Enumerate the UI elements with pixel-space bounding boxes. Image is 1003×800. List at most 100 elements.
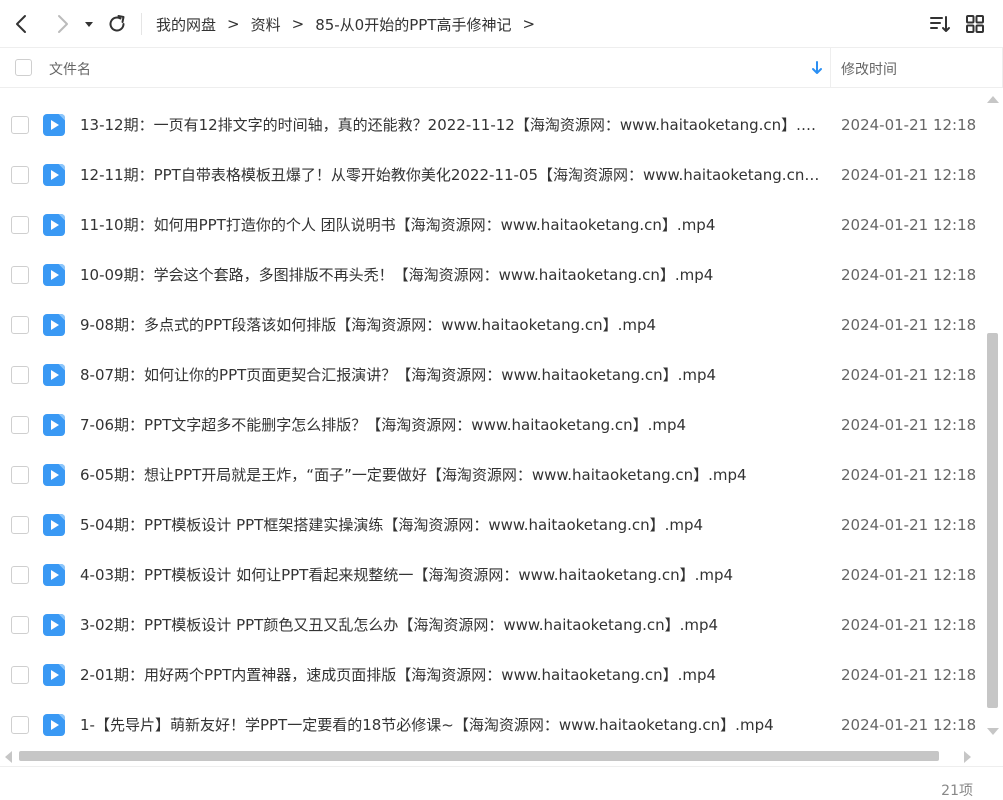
sort-button[interactable] (928, 12, 952, 36)
scroll-up-icon[interactable] (985, 92, 1001, 106)
row-checkbox[interactable] (11, 166, 29, 184)
breadcrumb-separator: > (227, 15, 240, 33)
breadcrumb-separator: > (291, 15, 305, 33)
file-row[interactable]: 9-08期：多点式的PPT段落该如何排版【海淘资源网：www.haitaoket… (0, 300, 984, 350)
file-name: 8-07期：如何让你的PPT页面更契合汇报演讲？【海淘资源网：www.haita… (80, 366, 717, 384)
sort-list-icon (930, 16, 950, 32)
file-modified-time: 2024-01-21 12:18 (841, 316, 977, 334)
file-name: 12-11期：PPT自带表格模板丑爆了！从零开始教你美化2022-11-05【海… (80, 166, 820, 184)
video-file-icon (43, 514, 65, 536)
file-row[interactable]: 2-01期：用好两个PPT内置神器，速成页面排版【海淘资源网：www.haita… (0, 650, 984, 700)
file-name: 9-08期：多点式的PPT段落该如何排版【海淘资源网：www.haitaoket… (80, 316, 657, 334)
video-file-icon (43, 214, 65, 236)
video-file-icon (43, 314, 65, 336)
item-count: 21项 (941, 783, 973, 799)
file-modified-time: 2024-01-21 12:18 (841, 216, 977, 234)
breadcrumb-item[interactable]: 85-从0开始的PPT高手修神记 (315, 14, 511, 35)
video-file-icon (43, 264, 65, 286)
file-row[interactable]: 11-10期：如何用PPT打造你的个人 团队说明书【海淘资源网：www.hait… (0, 200, 984, 250)
breadcrumb: 我的网盘 > 资料 > 85-从0开始的PPT高手修神记 > (156, 13, 546, 35)
file-row[interactable]: 5-04期：PPT模板设计 PPT框架搭建实操演练【海淘资源网：www.hait… (0, 500, 984, 550)
video-file-icon (43, 564, 65, 586)
refresh-button[interactable] (105, 12, 129, 36)
file-modified-time: 2024-01-21 12:18 (841, 366, 977, 384)
file-modified-time: 2024-01-21 12:18 (841, 416, 977, 434)
row-checkbox[interactable] (11, 416, 29, 434)
vertical-scrollbar[interactable] (984, 88, 1003, 748)
forward-button[interactable] (50, 12, 74, 36)
history-dropdown-button[interactable] (80, 12, 98, 36)
file-row[interactable]: 4-03期：PPT模板设计 如何让PPT看起来规整统一【海淘资源网：www.ha… (0, 550, 984, 600)
row-checkbox[interactable] (11, 666, 29, 684)
video-file-icon (43, 614, 65, 636)
file-modified-time: 2024-01-21 12:18 (841, 716, 977, 734)
file-name: 11-10期：如何用PPT打造你的个人 团队说明书【海淘资源网：www.hait… (80, 216, 716, 234)
file-name: 13-12期：一页有12排文字的时间轴，真的还能救？2022-11-12【海淘资… (80, 116, 820, 134)
refresh-icon (109, 15, 125, 32)
file-modified-time: 2024-01-21 12:18 (841, 616, 977, 634)
grid-view-icon (966, 15, 984, 33)
file-modified-time: 2024-01-21 12:18 (841, 116, 977, 134)
row-checkbox[interactable] (11, 716, 29, 734)
video-file-icon (43, 714, 65, 736)
file-modified-time: 2024-01-21 12:18 (841, 666, 977, 684)
column-header-modified[interactable]: 修改时间 (841, 59, 897, 79)
scroll-left-icon[interactable] (2, 750, 14, 764)
row-checkbox[interactable] (11, 566, 29, 584)
status-bar: 21项 (0, 766, 1003, 799)
chevron-left-icon (16, 15, 26, 33)
arrow-down-icon (812, 61, 822, 74)
horizontal-scroll-thumb[interactable] (19, 751, 939, 761)
horizontal-scrollbar[interactable] (0, 748, 984, 764)
file-modified-time: 2024-01-21 12:18 (841, 466, 977, 484)
file-row[interactable]: 10-09期：学会这个套路，多图排版不再头秃！【海淘资源网：www.haitao… (0, 250, 984, 300)
breadcrumb-item[interactable]: 我的网盘 (156, 14, 216, 35)
back-button[interactable] (10, 12, 34, 36)
file-row[interactable]: 12-11期：PPT自带表格模板丑爆了！从零开始教你美化2022-11-05【海… (0, 150, 984, 200)
video-file-icon (43, 164, 65, 186)
chevron-right-icon (58, 15, 68, 33)
row-checkbox[interactable] (11, 366, 29, 384)
column-divider[interactable] (830, 48, 831, 88)
file-row[interactable]: 8-07期：如何让你的PPT页面更契合汇报演讲？【海淘资源网：www.haita… (0, 350, 984, 400)
file-row[interactable]: 13-12期：一页有12排文字的时间轴，真的还能救？2022-11-12【海淘资… (0, 100, 984, 150)
row-checkbox[interactable] (11, 116, 29, 134)
file-name: 4-03期：PPT模板设计 如何让PPT看起来规整统一【海淘资源网：www.ha… (80, 566, 734, 584)
row-checkbox[interactable] (11, 216, 29, 234)
select-all-checkbox[interactable] (15, 59, 32, 76)
file-modified-time: 2024-01-21 12:18 (841, 516, 977, 534)
file-list: 13-12期：一页有12排文字的时间轴，真的还能救？2022-11-12【海淘资… (0, 100, 984, 750)
breadcrumb-separator: > (522, 15, 536, 33)
file-modified-time: 2024-01-21 12:18 (841, 266, 977, 284)
vertical-scroll-thumb[interactable] (987, 333, 998, 708)
file-modified-time: 2024-01-21 12:18 (841, 166, 977, 184)
row-checkbox[interactable] (11, 616, 29, 634)
file-name: 3-02期：PPT模板设计 PPT颜色又丑又乱怎么办【海淘资源网：www.hai… (80, 616, 719, 634)
row-checkbox[interactable] (11, 316, 29, 334)
scroll-down-icon[interactable] (985, 725, 1001, 739)
video-file-icon (43, 414, 65, 436)
file-name: 2-01期：用好两个PPT内置神器，速成页面排版【海淘资源网：www.haita… (80, 666, 717, 684)
caret-down-icon (85, 22, 93, 27)
file-name: 1-【先导片】萌新友好！学PPT一定要看的18节必修课~【海淘资源网：www.h… (80, 716, 774, 734)
sort-direction-button[interactable] (809, 58, 825, 78)
row-checkbox[interactable] (11, 516, 29, 534)
video-file-icon (43, 664, 65, 686)
scroll-right-icon[interactable] (962, 750, 974, 764)
column-header-name[interactable]: 文件名 (49, 59, 91, 79)
file-row[interactable]: 7-06期：PPT文字超多不能删字怎么排版？【海淘资源网：www.haitaok… (0, 400, 984, 450)
video-file-icon (43, 114, 65, 136)
file-name: 6-05期：想让PPT开局就是王炸，“面子”一定要做好【海淘资源网：www.ha… (80, 466, 747, 484)
grid-view-button[interactable] (963, 12, 987, 36)
row-checkbox[interactable] (11, 466, 29, 484)
file-row[interactable]: 6-05期：想让PPT开局就是王炸，“面子”一定要做好【海淘资源网：www.ha… (0, 450, 984, 500)
row-checkbox[interactable] (11, 266, 29, 284)
file-row[interactable]: 1-【先导片】萌新友好！学PPT一定要看的18节必修课~【海淘资源网：www.h… (0, 700, 984, 750)
toolbar: 我的网盘 > 资料 > 85-从0开始的PPT高手修神记 > (0, 0, 1003, 48)
file-name: 10-09期：学会这个套路，多图排版不再头秃！【海淘资源网：www.haitao… (80, 266, 714, 284)
column-header: 文件名 修改时间 (0, 48, 1003, 88)
breadcrumb-item[interactable]: 资料 (251, 14, 281, 35)
video-file-icon (43, 464, 65, 486)
file-row[interactable]: 3-02期：PPT模板设计 PPT颜色又丑又乱怎么办【海淘资源网：www.hai… (0, 600, 984, 650)
toolbar-divider (141, 13, 142, 35)
